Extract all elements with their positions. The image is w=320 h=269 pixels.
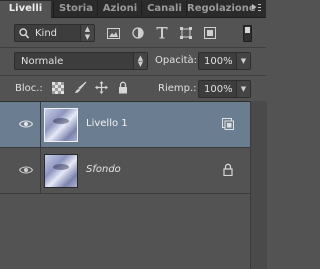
adjustment-filter-icon[interactable] xyxy=(132,27,144,39)
tab-canali[interactable]: Canali xyxy=(141,1,187,17)
layer-row-sfondo[interactable]: Sfondo xyxy=(0,148,250,194)
tab-storia[interactable]: Storia xyxy=(53,1,98,17)
filter-kind-dropdown[interactable]: Kind ▲ ▼ xyxy=(14,24,95,42)
tab-label: Azioni xyxy=(102,3,138,14)
lock-position-move-icon[interactable] xyxy=(95,81,108,94)
fill-input[interactable]: 100% ▼ xyxy=(198,80,251,98)
lock-image-pixels-brush-icon[interactable] xyxy=(74,81,87,94)
filter-toggle-switch[interactable] xyxy=(243,25,252,42)
chevron-down-icon[interactable]: ▼ xyxy=(236,53,250,69)
fill-label: Riemp.: xyxy=(158,83,197,94)
chevron-down-icon: ▲ ▼ xyxy=(133,53,147,69)
image-filter-icon[interactable] xyxy=(107,28,120,39)
blend-mode-dropdown[interactable]: Normale ▲ ▼ xyxy=(14,52,148,70)
divider xyxy=(40,148,41,194)
visibility-eye-icon[interactable] xyxy=(19,165,33,175)
tab-regolazione[interactable]: Regolazione xyxy=(186,1,256,17)
lock-label: Bloc.: xyxy=(15,83,43,94)
fill-value: 100% xyxy=(204,84,233,95)
lock-icon xyxy=(223,163,233,176)
layer-name[interactable]: Livello 1 xyxy=(86,118,128,129)
smart-object-icon xyxy=(222,118,234,130)
opacity-label: Opacità: xyxy=(155,55,198,66)
visibility-eye-icon[interactable] xyxy=(19,119,33,129)
layer-row-livello-1[interactable]: Livello 1 xyxy=(0,102,250,148)
layer-name[interactable]: Sfondo xyxy=(86,164,121,175)
tab-label: Canali xyxy=(147,3,182,14)
divider xyxy=(40,102,41,148)
lock-all-icon[interactable] xyxy=(118,81,128,94)
tab-azioni[interactable]: Azioni xyxy=(97,1,142,17)
lock-transparent-pixels-icon[interactable] xyxy=(52,82,64,94)
panel-menu-icon[interactable] xyxy=(252,3,261,13)
chevron-down-icon[interactable]: ▼ xyxy=(236,81,250,97)
filter-kind-label: Kind xyxy=(35,28,58,39)
tab-label: Storia xyxy=(59,3,93,14)
panel-tab-bar: Livelli Storia Azioni Canali Regolazione xyxy=(0,0,266,18)
divider xyxy=(0,75,266,76)
type-filter-icon[interactable] xyxy=(156,26,168,39)
opacity-input[interactable]: 100% ▼ xyxy=(198,52,251,70)
chevron-down-icon: ▲ ▼ xyxy=(80,25,94,41)
shape-filter-icon[interactable] xyxy=(180,27,192,39)
blend-mode-value: Normale xyxy=(21,56,64,67)
opacity-value: 100% xyxy=(204,56,233,67)
smart-object-filter-icon[interactable] xyxy=(204,27,216,39)
search-icon xyxy=(19,28,29,39)
divider xyxy=(0,47,266,48)
tab-label: Regolazione xyxy=(187,3,256,14)
layer-thumbnail[interactable] xyxy=(44,154,78,188)
tab-livelli[interactable]: Livelli xyxy=(0,1,51,18)
layers-scrollbar[interactable] xyxy=(250,101,267,269)
tab-label: Livelli xyxy=(8,3,43,14)
layer-thumbnail[interactable] xyxy=(44,108,78,142)
